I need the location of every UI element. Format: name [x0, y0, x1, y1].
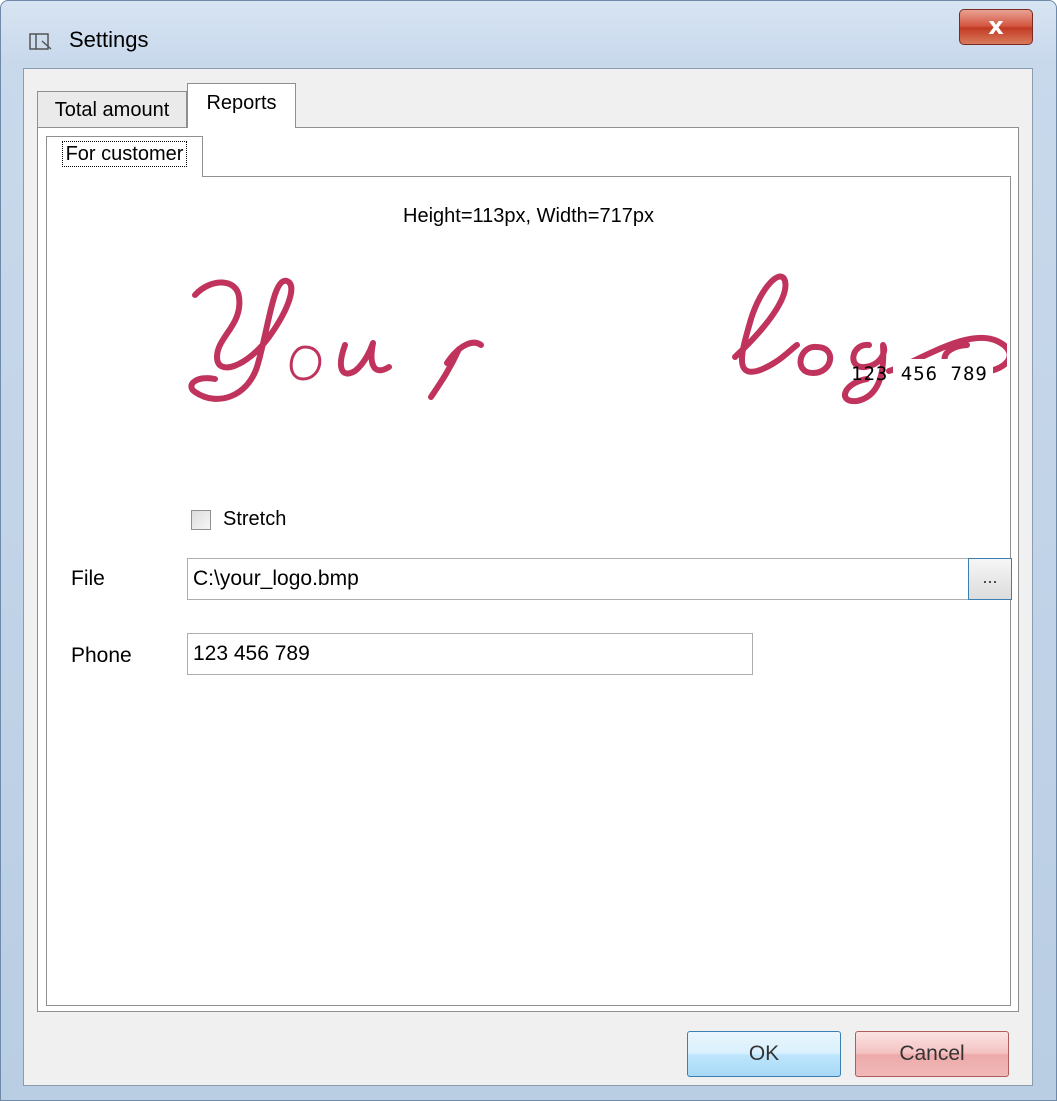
logo-dimensions-text: Height=113px, Width=717px — [403, 205, 654, 227]
window-title: Settings — [69, 27, 149, 52]
title-bar: Settings x — [1, 1, 1056, 73]
tab-reports[interactable]: Reports — [187, 83, 296, 128]
for-customer-panel: Height=113px, Width=717px 123 456 789 St… — [46, 176, 1012, 1006]
logo-phone-text: 123 456 789 — [851, 363, 988, 385]
close-button[interactable]: x — [959, 9, 1033, 45]
subtab-for-customer[interactable]: For customer — [46, 136, 203, 177]
dialog-client-area: Total amount Reports For customer Height… — [23, 68, 1033, 1086]
settings-window: Settings x Total amount Reports For cust… — [0, 0, 1057, 1101]
file-path-input[interactable]: C:\your_logo.bmp — [187, 558, 969, 600]
reports-tab-panel: For customer Height=113px, Width=717px 1… — [37, 127, 1019, 1012]
settings-window-icon — [29, 33, 52, 50]
stretch-checkbox-box[interactable] — [191, 509, 211, 530]
browse-file-button[interactable]: ... — [968, 558, 1012, 600]
phone-label: Phone — [71, 644, 132, 667]
tab-label: Total amount — [54, 99, 170, 121]
tab-total-amount[interactable]: Total amount — [37, 91, 187, 128]
cancel-button[interactable]: Cancel — [855, 1031, 1009, 1077]
tab-label: For customer — [61, 141, 188, 167]
tab-label: Reports — [206, 92, 277, 114]
close-icon: x — [988, 12, 1004, 40]
logo-preview-image — [188, 273, 1007, 405]
file-label: File — [71, 567, 105, 590]
ok-button[interactable]: OK — [687, 1031, 841, 1077]
stretch-checkbox-label: Stretch — [223, 508, 287, 530]
stretch-checkbox[interactable]: Stretch — [191, 508, 286, 531]
phone-input[interactable]: 123 456 789 — [187, 633, 753, 675]
